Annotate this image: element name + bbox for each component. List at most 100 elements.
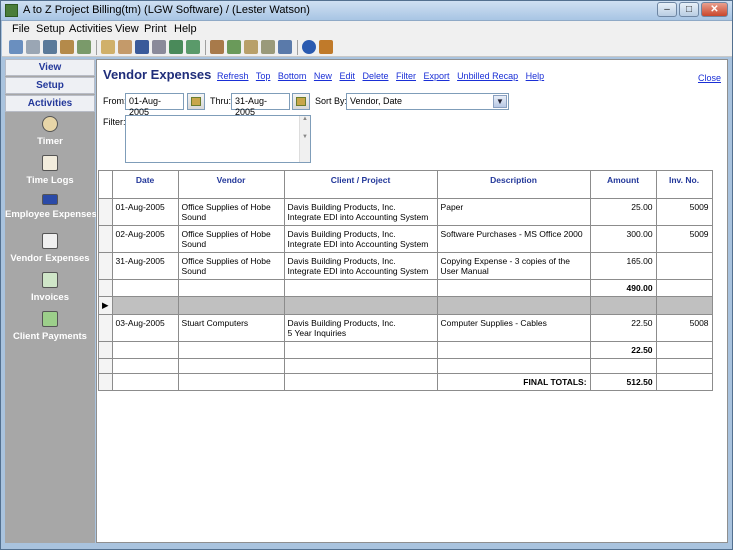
- table-row[interactable]: 01-Aug-2005 Office Supplies of Hobe Soun…: [98, 198, 713, 226]
- sidebar-item-employee-expenses[interactable]: Employee Expenses: [5, 194, 97, 220]
- menu-help[interactable]: Help: [174, 23, 197, 35]
- amount-cell[interactable]: 25.00: [589, 198, 657, 226]
- menu-activities[interactable]: Activities: [69, 23, 112, 35]
- table-row[interactable]: 31-Aug-2005 Office Supplies of Hobe Soun…: [98, 252, 713, 280]
- description-cell[interactable]: Copying Expense - 3 copies of the User M…: [436, 252, 591, 280]
- invoices-icon[interactable]: [169, 40, 183, 54]
- filter-link[interactable]: Filter: [396, 71, 416, 81]
- refresh-link[interactable]: Refresh: [217, 71, 249, 81]
- export-link[interactable]: Export: [424, 71, 450, 81]
- date-cell[interactable]: 01-Aug-2005: [111, 198, 179, 226]
- description-cell[interactable]: Computer Supplies - Cables: [436, 314, 591, 342]
- expenses-icon[interactable]: [135, 40, 149, 54]
- row-selector[interactable]: [98, 358, 113, 374]
- column-header-description[interactable]: Description: [436, 170, 591, 199]
- unbilled-recap-link[interactable]: Unbilled Recap: [457, 71, 518, 81]
- client-project-cell[interactable]: Davis Building Products, Inc. Integrate E…: [283, 225, 438, 253]
- vendor-cell[interactable]: Office Supplies of Hobe Sound: [177, 225, 285, 253]
- description-cell[interactable]: Software Purchases - MS Office 2000: [436, 225, 591, 253]
- projects-icon[interactable]: [77, 40, 91, 54]
- sidebar-item-client-payments[interactable]: Client Payments: [5, 311, 95, 342]
- top-link[interactable]: Top: [256, 71, 271, 81]
- row-selector[interactable]: [98, 252, 113, 280]
- title-bar[interactable]: A to Z Project Billing(tm) (LGW Software…: [1, 1, 732, 21]
- inv-no-cell[interactable]: [655, 252, 713, 280]
- client-project-cell[interactable]: Davis Building Products, Inc. Integrate E…: [283, 252, 438, 280]
- filter-textarea[interactable]: ▲ ▼: [125, 115, 311, 163]
- date-cell[interactable]: 31-Aug-2005: [111, 252, 179, 280]
- delete-link[interactable]: Delete: [362, 71, 388, 81]
- row-selector[interactable]: [98, 373, 113, 391]
- vendor-cell[interactable]: Office Supplies of Hobe Sound: [177, 198, 285, 226]
- menu-print[interactable]: Print: [144, 23, 167, 35]
- sidebar-header-view[interactable]: View: [5, 59, 95, 76]
- empty-row[interactable]: [98, 358, 713, 374]
- row-selector[interactable]: [98, 279, 113, 297]
- timer-icon[interactable]: [101, 40, 115, 54]
- row-selector[interactable]: [98, 225, 113, 253]
- sidebar-item-invoices[interactable]: Invoices: [5, 272, 95, 303]
- thru-date-field[interactable]: 31-Aug-2005: [231, 93, 290, 117]
- client-project-cell[interactable]: Davis Building Products, Inc. 5 Year Inqu…: [283, 314, 438, 342]
- inv-no-cell[interactable]: 5009: [655, 198, 713, 226]
- time-logs-icon[interactable]: [118, 40, 132, 54]
- payments-icon[interactable]: [186, 40, 200, 54]
- help-icon[interactable]: [302, 40, 316, 54]
- help-link[interactable]: Help: [526, 71, 545, 81]
- new-link[interactable]: New: [314, 71, 332, 81]
- thru-calendar-button[interactable]: [292, 93, 310, 110]
- amount-cell[interactable]: 22.50: [589, 314, 657, 342]
- table-row[interactable]: 03-Aug-2005 Stuart Computers Davis Build…: [98, 314, 713, 342]
- exit-icon[interactable]: [319, 40, 333, 54]
- maximize-button[interactable]: □: [679, 2, 699, 17]
- column-header-inv-no[interactable]: Inv. No.: [655, 170, 713, 199]
- report-icon[interactable]: [244, 40, 258, 54]
- export-icon[interactable]: [261, 40, 275, 54]
- final-totals-row[interactable]: FINAL TOTALS: 512.50: [98, 373, 713, 391]
- subtotal-row[interactable]: 22.50: [98, 341, 713, 359]
- vendor-cell[interactable]: Stuart Computers: [177, 314, 285, 342]
- row-selector[interactable]: [98, 341, 113, 359]
- amount-cell[interactable]: 300.00: [589, 225, 657, 253]
- sidebar-header-activities[interactable]: Activities: [5, 95, 95, 112]
- column-header-date[interactable]: Date: [111, 170, 179, 199]
- calendar-icon[interactable]: [227, 40, 241, 54]
- row-selector[interactable]: [98, 198, 113, 226]
- current-row-indicator[interactable]: ▶: [98, 296, 113, 315]
- amount-cell[interactable]: 165.00: [589, 252, 657, 280]
- home-icon[interactable]: [210, 40, 224, 54]
- menu-view[interactable]: View: [115, 23, 139, 35]
- column-header-vendor[interactable]: Vendor: [177, 170, 285, 199]
- menu-file[interactable]: File: [12, 23, 30, 35]
- inv-no-cell[interactable]: 5008: [655, 314, 713, 342]
- sort-by-select[interactable]: Vendor, Date ▼: [346, 93, 509, 110]
- filter-scrollbar[interactable]: ▲ ▼: [299, 116, 310, 162]
- client-project-cell[interactable]: Davis Building Products, Inc. Integrate E…: [283, 198, 438, 226]
- edit-link[interactable]: Edit: [339, 71, 355, 81]
- inv-no-cell[interactable]: 5009: [655, 225, 713, 253]
- window-icon[interactable]: [278, 40, 292, 54]
- users-icon[interactable]: [9, 40, 23, 54]
- group-separator-row[interactable]: ▶: [98, 296, 713, 315]
- date-cell[interactable]: 02-Aug-2005: [111, 225, 179, 253]
- sidebar-header-setup[interactable]: Setup: [5, 77, 95, 94]
- from-date-field[interactable]: 01-Aug-2005: [125, 93, 184, 117]
- from-calendar-button[interactable]: [187, 93, 205, 110]
- column-header-client-project[interactable]: Client / Project: [283, 170, 438, 199]
- vendor-expenses-icon[interactable]: [152, 40, 166, 54]
- vendor-cell[interactable]: Office Supplies of Hobe Sound: [177, 252, 285, 280]
- sidebar-item-vendor-expenses[interactable]: Vendor Expenses: [5, 233, 95, 264]
- table-row[interactable]: 02-Aug-2005 Office Supplies of Hobe Soun…: [98, 225, 713, 253]
- row-selector[interactable]: [98, 314, 113, 342]
- sidebar-item-time-logs[interactable]: Time Logs: [5, 155, 95, 186]
- setup-icon[interactable]: [26, 40, 40, 54]
- clients-icon[interactable]: [60, 40, 74, 54]
- description-cell[interactable]: Paper: [436, 198, 591, 226]
- minimize-button[interactable]: –: [657, 2, 677, 17]
- bottom-link[interactable]: Bottom: [278, 71, 307, 81]
- column-header-amount[interactable]: Amount: [589, 170, 657, 199]
- employee-icon[interactable]: [43, 40, 57, 54]
- subtotal-row[interactable]: 490.00: [98, 279, 713, 297]
- chevron-down-icon[interactable]: ▼: [493, 95, 507, 108]
- date-cell[interactable]: 03-Aug-2005: [111, 314, 179, 342]
